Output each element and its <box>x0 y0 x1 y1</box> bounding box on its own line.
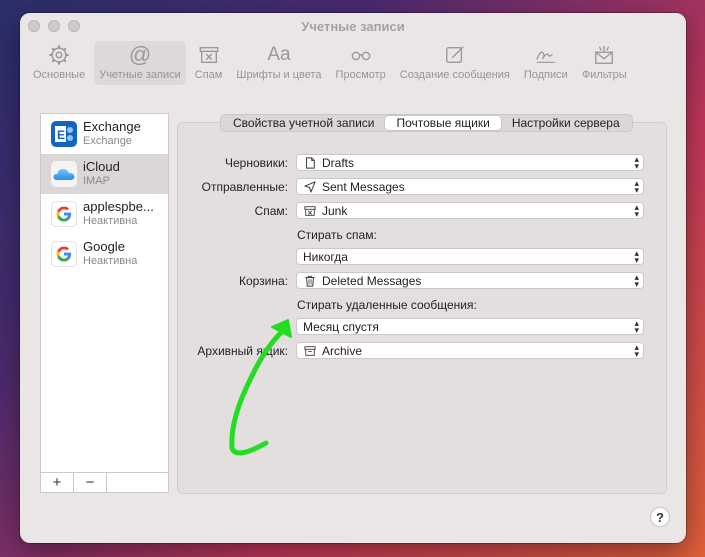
annotation-arrow <box>229 319 292 456</box>
